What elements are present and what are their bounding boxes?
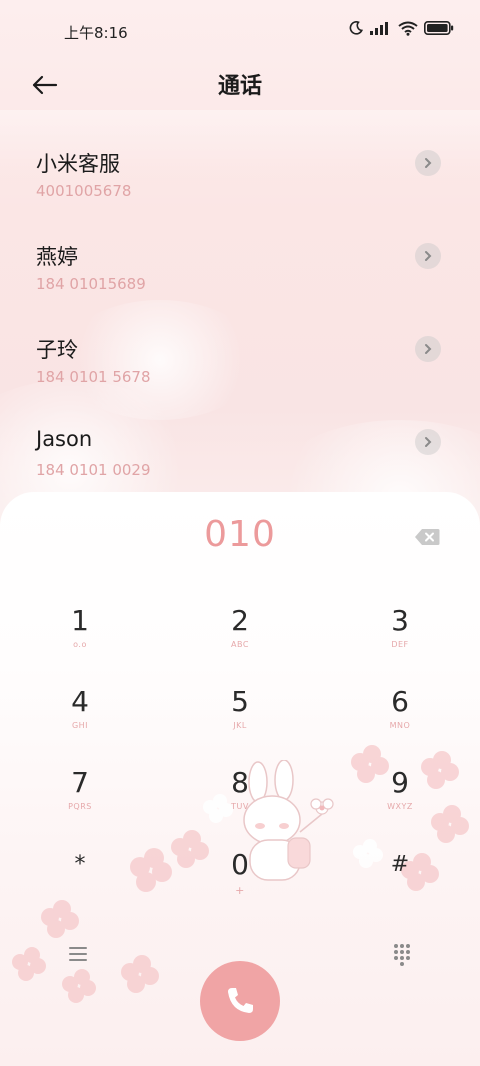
key-digit: 2: [231, 604, 249, 637]
key-digit: 4: [71, 685, 89, 718]
key-6[interactable]: 6 MNO: [340, 685, 460, 755]
contact-name: 小米客服: [36, 152, 120, 176]
backspace-button[interactable]: [414, 528, 440, 546]
key-9[interactable]: 9 WXYZ: [340, 766, 460, 836]
contact-number: 184 01015689: [36, 275, 146, 293]
key-digit: *: [74, 852, 86, 877]
key-letters: ABC: [231, 640, 249, 649]
key-letters: o.o: [73, 640, 87, 649]
dialer-panel: 010 1 o.o 2 ABC 3 DEF 4 GHI 5 JKL 6 MNO …: [0, 492, 480, 1066]
chevron-right-icon: [425, 344, 432, 354]
key-4[interactable]: 4 GHI: [20, 685, 140, 755]
page-title: 通话: [217, 74, 262, 99]
key-letters: WXYZ: [387, 802, 413, 811]
contact-number: 184 0101 5678: [36, 368, 151, 386]
contact-details-button[interactable]: [415, 336, 441, 362]
wifi-icon: [398, 21, 418, 36]
key-letters: DEF: [391, 640, 409, 649]
key-3[interactable]: 3 DEF: [340, 604, 460, 674]
key-letters: PQRS: [68, 802, 92, 811]
signal-icon: [370, 21, 392, 35]
key-8[interactable]: 8 TUV: [180, 766, 300, 836]
menu-icon: [69, 947, 87, 961]
key-letters: +: [235, 884, 245, 897]
key-digit: 6: [391, 685, 409, 718]
chevron-right-icon: [425, 437, 432, 447]
phone-icon: [228, 988, 253, 1013]
contact-details-button[interactable]: [415, 429, 441, 455]
backspace-icon: [415, 529, 440, 545]
keypad-icon: [394, 944, 410, 966]
key-hash[interactable]: #: [340, 848, 460, 918]
key-digit: 8: [231, 766, 249, 799]
contact-name: 燕婷: [36, 245, 78, 269]
contact-number: 4001005678: [36, 182, 132, 200]
key-7[interactable]: 7 PQRS: [20, 766, 140, 836]
key-1[interactable]: 1 o.o: [20, 604, 140, 674]
chevron-right-icon: [425, 251, 432, 261]
contact-item[interactable]: 小米客服 4001005678: [0, 148, 480, 234]
key-letters: MNO: [389, 721, 411, 730]
status-bar: 上午8:16: [0, 0, 480, 62]
key-2[interactable]: 2 ABC: [180, 604, 300, 674]
key-digit: 0: [231, 848, 249, 881]
key-letters: TUV: [231, 802, 249, 811]
key-star[interactable]: *: [20, 848, 140, 918]
keypad-toggle-button[interactable]: [388, 940, 416, 968]
moon-icon: [348, 20, 364, 36]
contact-name: Jason: [36, 427, 93, 451]
key-digit: 1: [71, 604, 89, 637]
key-digit: 5: [231, 685, 249, 718]
call-button[interactable]: [200, 961, 280, 1041]
header: 通话: [0, 62, 480, 106]
battery-icon: [424, 21, 454, 35]
contact-item[interactable]: 子玲 184 0101 5678: [0, 334, 480, 420]
key-digit: 9: [391, 766, 409, 799]
contact-details-button[interactable]: [415, 243, 441, 269]
key-digit: 7: [71, 766, 89, 799]
contact-item[interactable]: 燕婷 184 01015689: [0, 241, 480, 327]
key-0[interactable]: 0 +: [180, 848, 300, 918]
contact-name: 子玲: [36, 338, 78, 362]
status-time: 上午8:16: [64, 24, 128, 42]
contact-number: 184 0101 0029: [36, 461, 151, 479]
key-digit: #: [390, 852, 410, 877]
menu-button[interactable]: [64, 940, 92, 968]
contact-details-button[interactable]: [415, 150, 441, 176]
chevron-right-icon: [425, 158, 432, 168]
key-5[interactable]: 5 JKL: [180, 685, 300, 755]
key-letters: GHI: [71, 721, 89, 730]
key-letters: JKL: [233, 721, 247, 730]
dialed-number[interactable]: 010: [0, 514, 480, 555]
key-digit: 3: [391, 604, 409, 637]
